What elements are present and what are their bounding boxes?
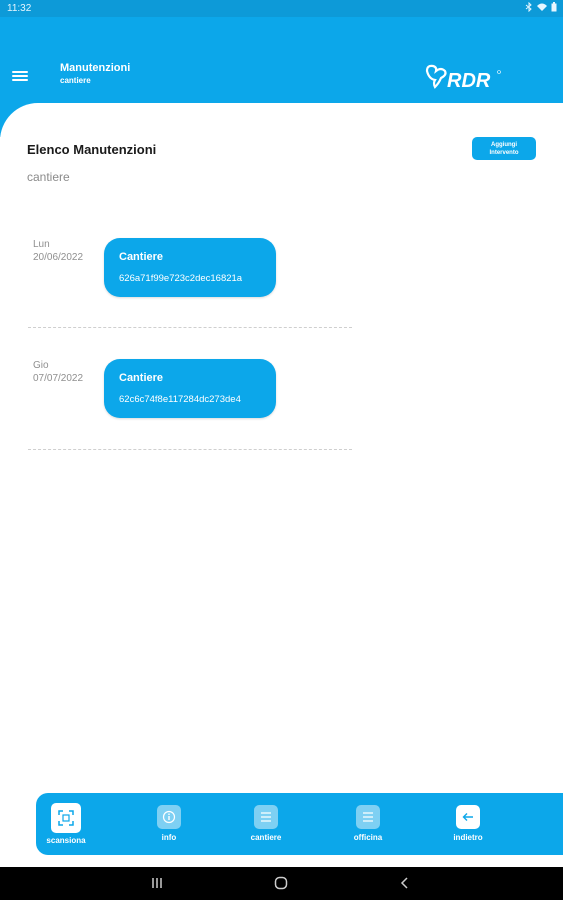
list-icon — [254, 805, 278, 829]
list-icon — [356, 805, 380, 829]
maintenance-card[interactable]: Cantiere 626a71f99e723c2dec16821a — [104, 238, 276, 297]
wifi-icon — [537, 3, 547, 11]
back-arrow-icon — [456, 805, 480, 829]
bottom-navigation: scansiona info cantiere officina indietr… — [36, 793, 563, 855]
add-button-label-line1: Aggiungi — [491, 141, 517, 148]
page-subtitle: cantiere — [60, 76, 91, 85]
add-intervention-button[interactable]: Aggiungi Intervento — [472, 137, 536, 160]
card-id: 62c6c74f8e117284dc273de4 — [119, 394, 241, 405]
card-title: Cantiere — [119, 251, 164, 263]
list-divider — [28, 327, 352, 328]
list-item-weekday: Gio — [33, 360, 49, 371]
list-title: Elenco Manutenzioni — [27, 142, 157, 157]
nav-item-officina[interactable]: officina — [328, 793, 408, 855]
battery-icon — [551, 2, 557, 12]
home-icon[interactable] — [274, 876, 288, 890]
back-icon[interactable] — [398, 876, 412, 890]
system-navigation-bar — [0, 867, 563, 900]
recent-apps-icon[interactable] — [150, 876, 164, 890]
card-id: 626a71f99e723c2dec16821a — [119, 273, 243, 284]
nav-label: info — [161, 833, 177, 842]
bluetooth-icon — [525, 2, 532, 12]
menu-icon[interactable] — [12, 69, 28, 83]
nav-item-indietro[interactable]: indietro — [428, 793, 508, 855]
status-time: 11:32 — [7, 3, 32, 14]
list-item-day: 07/07/2022 — [33, 373, 84, 384]
card-title: Cantiere — [119, 372, 164, 384]
nav-item-scansiona[interactable]: scansiona — [26, 793, 106, 855]
nav-item-cantiere[interactable]: cantiere — [226, 793, 306, 855]
maintenance-card[interactable]: Cantiere 62c6c74f8e117284dc273de4 — [104, 359, 276, 418]
rdr-logo: RDR — [425, 64, 501, 92]
qr-scan-icon — [51, 803, 81, 833]
nav-label: cantiere — [250, 833, 282, 842]
status-bar: 11:32 — [0, 0, 563, 17]
list-item-weekday: Lun — [33, 239, 50, 250]
status-icons — [525, 2, 557, 12]
nav-label: indietro — [453, 833, 483, 842]
list-item-date: Lun 20/06/2022 — [33, 238, 83, 264]
svg-text:RDR: RDR — [447, 70, 491, 92]
list-item-day: 20/06/2022 — [33, 252, 84, 263]
info-icon — [157, 805, 181, 829]
nav-label: officina — [353, 833, 383, 842]
list-divider — [28, 449, 352, 450]
list-item-date: Gio 07/07/2022 — [33, 359, 83, 385]
nav-label: scansiona — [46, 836, 86, 845]
nav-item-info[interactable]: info — [129, 793, 209, 855]
list-subtitle: cantiere — [27, 170, 70, 184]
add-button-label-line2: Intervento — [489, 149, 519, 156]
content-sheet — [0, 103, 563, 793]
page-title: Manutenzioni — [60, 62, 131, 74]
